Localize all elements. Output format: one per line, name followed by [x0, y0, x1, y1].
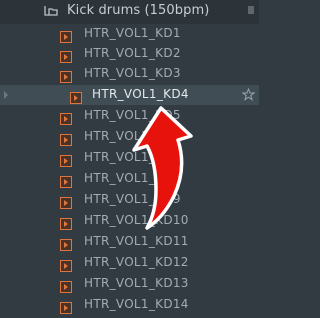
favorite-star-icon[interactable] — [242, 88, 255, 101]
audio-file-icon — [60, 257, 72, 272]
audio-file-icon — [60, 28, 72, 43]
list-item[interactable]: HTR_VOL1_KD1 — [0, 24, 259, 44]
audio-file-icon — [60, 68, 72, 83]
file-name: HTR_VOL1_KD4 — [92, 87, 189, 101]
list-item[interactable]: HTR_VOL1_KD11 — [0, 232, 259, 252]
audio-file-icon — [60, 299, 72, 314]
collapse-icon[interactable] — [247, 4, 255, 16]
list-item[interactable]: HTR_VOL1_KD13 — [0, 274, 259, 294]
file-name: HTR_VOL1_KD8 — [84, 171, 181, 185]
file-name: HTR_VOL1_KD1 — [84, 26, 181, 40]
audio-file-icon — [70, 89, 82, 104]
file-name: HTR_VOL1_KD5 — [84, 108, 181, 122]
file-name: HTR_VOL1_KD6 — [84, 129, 181, 143]
audio-file-icon — [60, 173, 72, 188]
list-item[interactable]: HTR_VOL1_KD7 — [0, 148, 259, 168]
file-name: HTR_VOL1_KD14 — [84, 297, 189, 311]
list-item[interactable]: HTR_VOL1_KD3 — [0, 64, 259, 84]
audio-file-icon — [60, 152, 72, 167]
list-item[interactable]: HTR_VOL1_KD8 — [0, 169, 259, 189]
audio-file-icon — [60, 48, 72, 63]
file-name: HTR_VOL1_KD9 — [84, 192, 181, 206]
list-item[interactable]: HTR_VOL1_KD12 — [0, 253, 259, 273]
file-name: HTR_VOL1_KD11 — [84, 234, 189, 248]
audio-file-icon — [60, 236, 72, 251]
list-item[interactable]: HTR_VOL1_KD10 — [0, 211, 259, 231]
audio-file-icon — [60, 110, 72, 125]
list-item[interactable]: HTR_VOL1_KD6 — [0, 127, 259, 147]
file-name: HTR_VOL1_KD2 — [84, 46, 181, 60]
list-item[interactable]: HTR_VOL1_KD9 — [0, 190, 259, 210]
browser-folder-header[interactable]: Kick drums (150bpm) — [0, 0, 259, 24]
drag-handle-icon[interactable] — [3, 90, 9, 100]
audio-file-icon — [60, 194, 72, 209]
audio-file-icon — [60, 131, 72, 146]
file-name: HTR_VOL1_KD12 — [84, 255, 189, 269]
file-name: HTR_VOL1_KD3 — [84, 66, 181, 80]
list-item[interactable]: HTR_VOL1_KD14 — [0, 295, 259, 315]
file-name: HTR_VOL1_KD10 — [84, 213, 189, 227]
list-item[interactable]: HTR_VOL1_KD2 — [0, 44, 259, 64]
audio-file-icon — [60, 215, 72, 230]
folder-tree-icon — [44, 6, 58, 16]
file-name: HTR_VOL1_KD13 — [84, 276, 189, 290]
list-item[interactable]: HTR_VOL1_KD5 — [0, 106, 259, 126]
audio-file-icon — [60, 278, 72, 293]
file-name: HTR_VOL1_KD7 — [84, 150, 181, 164]
list-item-selected[interactable]: HTR_VOL1_KD4 — [0, 85, 259, 105]
folder-name: Kick drums (150bpm) — [67, 3, 210, 18]
